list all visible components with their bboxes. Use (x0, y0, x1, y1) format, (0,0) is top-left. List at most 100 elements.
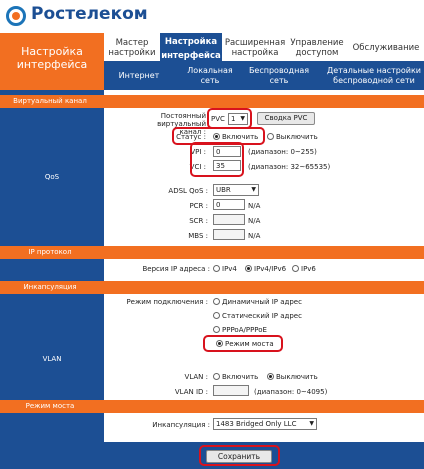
scr-na: N/A (248, 217, 261, 225)
section-bridge-mode: Режим моста (0, 400, 424, 413)
tab-interface-line1: Настройка (164, 37, 218, 47)
ip-ipv6-label: IPv6 (301, 265, 316, 273)
tab-access-management[interactable]: Управление доступом (288, 36, 346, 60)
highlight-save (199, 445, 280, 466)
subtab-wireless-line1: Беспроводная (248, 66, 310, 75)
brand-logo-text: Ростелеком (31, 4, 148, 24)
vlan-enable-label: Включить (222, 373, 259, 381)
subtab-wireless-advanced[interactable]: Детальные настройки беспроводной сети (326, 66, 422, 86)
tab-wizard-line2: настройки (108, 48, 156, 58)
pcr-input[interactable]: 0 (213, 199, 245, 210)
tab-advanced-line2: настройка (231, 48, 279, 58)
encap-dynamic-ip-radio[interactable]: Динамичный IP адрес (213, 298, 302, 306)
ip-ipv4v6-label: IPv4/IPv6 (254, 265, 287, 273)
subtab-internet-label: Интернет (118, 71, 160, 80)
radio-unselected-icon (213, 298, 220, 305)
tab-access-line1: Управление (290, 38, 344, 48)
section-encapsulation-label: Инкапсуляция (23, 283, 77, 291)
vlan-label: VLAN : (184, 373, 208, 381)
subtab-lan[interactable]: Локальная сеть (186, 66, 234, 86)
highlight-vpi-vci (190, 142, 244, 177)
scr-input[interactable] (213, 214, 245, 225)
pcr-na: N/A (248, 202, 261, 210)
main-tabs: Мастер настройки Настройка интерфейса Ра… (104, 33, 424, 61)
sub-tabs: Интернет Локальная сеть Беспроводная сет… (104, 61, 424, 90)
tab-maintenance-line1: Обслуживание (352, 43, 420, 53)
adsl-qos-select[interactable]: UBR ▼ (213, 184, 259, 196)
subtab-lan-line2: сеть (200, 76, 220, 85)
page-title-line2: интерфейса (16, 58, 88, 71)
radio-unselected-icon (213, 265, 220, 272)
vlan-disable-label: Выключить (276, 373, 318, 381)
section-ip-protocol: IP протокол (0, 246, 424, 259)
ip-ipv4-radio[interactable]: IPv4 (213, 265, 237, 273)
tab-access-line2: доступом (295, 48, 339, 58)
vlan-enable-radio[interactable]: Включить (213, 373, 258, 381)
radio-unselected-icon (213, 312, 220, 319)
bridge-encap-value: 1483 Bridged Only LLC (216, 420, 297, 428)
vci-range: (диапазон: 32~65535) (248, 163, 331, 171)
vlan-id-input[interactable] (213, 385, 249, 396)
section-encapsulation: Инкапсуляция (0, 281, 424, 294)
radio-selected-icon (267, 373, 274, 380)
bridge-encap-label: Инкапсуляция : (152, 421, 210, 429)
ip-ipv4v6-radio[interactable]: IPv4/IPv6 (245, 265, 286, 273)
radio-selected-icon (245, 265, 252, 272)
page-title-line1: Настройка (21, 45, 83, 58)
chevron-down-icon: ▼ (251, 186, 256, 193)
mbs-na: N/A (248, 232, 261, 240)
scr-label: SCR : (189, 217, 208, 225)
section-vlan-label: VLAN (42, 355, 62, 363)
tab-advanced-line1: Расширенная (224, 38, 286, 48)
mbs-label: MBS : (188, 232, 208, 240)
section-qos-label: QoS (44, 173, 60, 181)
encap-dynamic-ip-label: Динамичный IP адрес (222, 298, 302, 306)
section-ip-protocol-label: IP протокол (28, 248, 72, 256)
vlan-disable-radio[interactable]: Выключить (267, 373, 318, 381)
subtab-wireless-line2: сеть (269, 76, 289, 85)
encap-static-ip-label: Статический IP адрес (222, 312, 302, 320)
adsl-qos-label: ADSL QoS : (168, 187, 208, 195)
pvc-summary-button[interactable]: Сводка PVC (257, 112, 315, 125)
encap-pppoe-radio[interactable]: PPPoA/PPPoE (213, 326, 267, 334)
radio-unselected-icon (267, 133, 274, 140)
highlight-pvc (207, 108, 252, 129)
encap-static-ip-radio[interactable]: Статический IP адрес (213, 312, 302, 320)
adsl-qos-value: UBR (216, 186, 231, 194)
ip-ipv4-label: IPv4 (222, 265, 237, 273)
status-disable-radio[interactable]: Выключить (267, 133, 318, 141)
page-title: Настройка интерфейса (0, 33, 104, 90)
rostelecom-logo-icon (6, 6, 26, 26)
vpi-range: (диапазон: 0~255) (248, 148, 317, 156)
ip-ipv6-radio[interactable]: IPv6 (292, 265, 316, 273)
tab-wizard[interactable]: Мастер настройки (106, 36, 158, 60)
subtab-wireless[interactable]: Беспроводная сеть (248, 66, 310, 86)
subtab-wlan-adv-line2: беспроводной сети (333, 76, 415, 85)
tab-advanced[interactable]: Расширенная настройка (223, 36, 287, 60)
subtab-lan-line1: Локальная (187, 66, 233, 75)
tab-maintenance[interactable]: Обслуживание (348, 36, 424, 60)
ip-version-label: Версия IP адреса : (142, 265, 211, 273)
chevron-down-icon: ▼ (309, 420, 314, 427)
tab-interface-setup[interactable]: Настройка интерфейса (160, 33, 222, 61)
vlan-id-label: VLAN ID : (174, 388, 208, 396)
subtab-internet[interactable]: Интернет (114, 71, 164, 81)
vlan-id-range: (диапазон: 0~4095) (254, 388, 328, 396)
left-sidebar (0, 90, 104, 442)
mbs-input[interactable] (213, 229, 245, 240)
connection-mode-label: Режим подключения : (126, 298, 208, 306)
section-virtual-channel-label: Виртуальный канал (13, 97, 87, 105)
radio-unselected-icon (213, 373, 220, 380)
tab-wizard-line1: Мастер (115, 38, 149, 48)
pvc-label-line1: Постоянный виртуальный (157, 112, 206, 128)
section-bridge-mode-label: Режим моста (25, 402, 75, 410)
footer-left (0, 442, 104, 469)
bridge-encap-select[interactable]: 1483 Bridged Only LLC ▼ (213, 418, 317, 430)
encap-pppoe-label: PPPoA/PPPoE (222, 326, 267, 334)
tab-interface-line2: интерфейса (161, 51, 221, 61)
highlight-bridge-mode (203, 335, 283, 352)
section-virtual-channel: Виртуальный канал (0, 95, 424, 108)
subtab-wlan-adv-line1: Детальные настройки (327, 66, 421, 75)
status-disable-label: Выключить (276, 133, 318, 141)
pcr-label: PCR : (189, 202, 208, 210)
